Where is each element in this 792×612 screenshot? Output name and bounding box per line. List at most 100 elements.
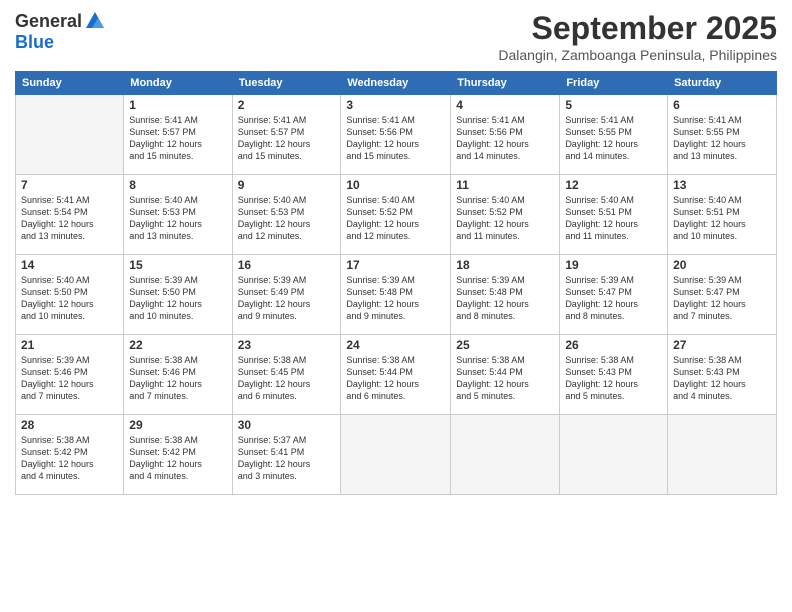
- day-number: 27: [673, 338, 771, 352]
- table-row: 8Sunrise: 5:40 AM Sunset: 5:53 PM Daylig…: [124, 175, 232, 255]
- day-info: Sunrise: 5:40 AM Sunset: 5:50 PM Dayligh…: [21, 274, 118, 323]
- table-row: 21 Sunrise: 5:39 AM Sunset: 5:46 PM Dayli…: [16, 335, 124, 415]
- header-wednesday: Wednesday: [341, 72, 451, 95]
- day-number: 18: [456, 258, 554, 272]
- header: General Blue September 2025 Dalangin, Za…: [15, 10, 777, 63]
- day-number: 23: [238, 338, 336, 352]
- table-row: 16 Sunrise: 5:39 AM Sunset: 5:49 PM Dayli…: [232, 255, 341, 335]
- day-info: Sunrise: 5:39 AM Sunset: 5:47 PM Dayligh…: [673, 274, 771, 323]
- day-number: 28: [21, 418, 118, 432]
- day-info: Sunrise: 5:38 AM Sunset: 5:43 PM Dayligh…: [673, 354, 771, 403]
- day-number: 22: [129, 338, 226, 352]
- day-info: Sunrise: 5:38 AM Sunset: 5:44 PM Dayligh…: [346, 354, 445, 403]
- day-info: Sunrise: 5:40 AM Sunset: 5:51 PM Dayligh…: [565, 194, 662, 243]
- month-title: September 2025: [498, 10, 777, 47]
- day-number: 16: [238, 258, 336, 272]
- table-row: [16, 95, 124, 175]
- calendar-week-row: 21 Sunrise: 5:39 AM Sunset: 5:46 PM Dayli…: [16, 335, 777, 415]
- header-tuesday: Tuesday: [232, 72, 341, 95]
- day-info: Sunrise: 5:41 AM Sunset: 5:57 PM Dayligh…: [129, 114, 226, 163]
- table-row: [668, 415, 777, 495]
- day-info: Sunrise: 5:41 AM Sunset: 5:55 PM Dayligh…: [565, 114, 662, 163]
- table-row: 6 Sunrise: 5:41 AM Sunset: 5:55 PM Daylig…: [668, 95, 777, 175]
- day-info: Sunrise: 5:39 AM Sunset: 5:46 PM Dayligh…: [21, 354, 118, 403]
- day-number: 9: [238, 178, 336, 192]
- day-number: 5: [565, 98, 662, 112]
- header-thursday: Thursday: [451, 72, 560, 95]
- day-info: Sunrise: 5:39 AM Sunset: 5:48 PM Dayligh…: [346, 274, 445, 323]
- table-row: 29Sunrise: 5:38 AM Sunset: 5:42 PM Dayli…: [124, 415, 232, 495]
- calendar-header-row: Sunday Monday Tuesday Wednesday Thursday…: [16, 72, 777, 95]
- table-row: 25 Sunrise: 5:38 AM Sunset: 5:44 PM Dayli…: [451, 335, 560, 415]
- day-info: Sunrise: 5:41 AM Sunset: 5:56 PM Dayligh…: [346, 114, 445, 163]
- day-info: Sunrise: 5:38 AM Sunset: 5:43 PM Dayligh…: [565, 354, 662, 403]
- day-number: 30: [238, 418, 336, 432]
- day-info: Sunrise: 5:40 AM Sunset: 5:52 PM Dayligh…: [346, 194, 445, 243]
- day-number: 24: [346, 338, 445, 352]
- table-row: 19 Sunrise: 5:39 AM Sunset: 5:47 PM Dayli…: [560, 255, 668, 335]
- table-row: 7 Sunrise: 5:41 AM Sunset: 5:54 PM Daylig…: [16, 175, 124, 255]
- header-monday: Monday: [124, 72, 232, 95]
- day-number: 21: [21, 338, 118, 352]
- title-section: September 2025 Dalangin, Zamboanga Penin…: [498, 10, 777, 63]
- day-info: Sunrise: 5:38 AM Sunset: 5:44 PM Dayligh…: [456, 354, 554, 403]
- day-info: Sunrise: 5:38 AM Sunset: 5:42 PM Dayligh…: [129, 434, 226, 483]
- day-number: 25: [456, 338, 554, 352]
- logo-icon: [84, 10, 106, 32]
- table-row: 12 Sunrise: 5:40 AM Sunset: 5:51 PM Dayli…: [560, 175, 668, 255]
- table-row: 5 Sunrise: 5:41 AM Sunset: 5:55 PM Daylig…: [560, 95, 668, 175]
- table-row: 30Sunrise: 5:37 AM Sunset: 5:41 PM Dayli…: [232, 415, 341, 495]
- calendar-week-row: 14 Sunrise: 5:40 AM Sunset: 5:50 PM Dayli…: [16, 255, 777, 335]
- day-info: Sunrise: 5:40 AM Sunset: 5:53 PM Dayligh…: [238, 194, 336, 243]
- day-number: 7: [21, 178, 118, 192]
- table-row: 3Sunrise: 5:41 AM Sunset: 5:56 PM Daylig…: [341, 95, 451, 175]
- day-number: 12: [565, 178, 662, 192]
- table-row: 9 Sunrise: 5:40 AM Sunset: 5:53 PM Daylig…: [232, 175, 341, 255]
- table-row: 15Sunrise: 5:39 AM Sunset: 5:50 PM Dayli…: [124, 255, 232, 335]
- table-row: 27 Sunrise: 5:38 AM Sunset: 5:43 PM Dayli…: [668, 335, 777, 415]
- table-row: [560, 415, 668, 495]
- day-info: Sunrise: 5:41 AM Sunset: 5:55 PM Dayligh…: [673, 114, 771, 163]
- day-info: Sunrise: 5:39 AM Sunset: 5:47 PM Dayligh…: [565, 274, 662, 323]
- table-row: 23 Sunrise: 5:38 AM Sunset: 5:45 PM Dayli…: [232, 335, 341, 415]
- table-row: 10 Sunrise: 5:40 AM Sunset: 5:52 PM Dayli…: [341, 175, 451, 255]
- day-number: 19: [565, 258, 662, 272]
- header-sunday: Sunday: [16, 72, 124, 95]
- table-row: 11Sunrise: 5:40 AM Sunset: 5:52 PM Dayli…: [451, 175, 560, 255]
- day-info: Sunrise: 5:41 AM Sunset: 5:54 PM Dayligh…: [21, 194, 118, 243]
- table-row: 4Sunrise: 5:41 AM Sunset: 5:56 PM Daylig…: [451, 95, 560, 175]
- table-row: 28 Sunrise: 5:38 AM Sunset: 5:42 PM Dayli…: [16, 415, 124, 495]
- day-number: 2: [238, 98, 336, 112]
- day-number: 14: [21, 258, 118, 272]
- calendar-table: Sunday Monday Tuesday Wednesday Thursday…: [15, 71, 777, 495]
- day-number: 20: [673, 258, 771, 272]
- day-info: Sunrise: 5:40 AM Sunset: 5:52 PM Dayligh…: [456, 194, 554, 243]
- day-number: 26: [565, 338, 662, 352]
- table-row: 22Sunrise: 5:38 AM Sunset: 5:46 PM Dayli…: [124, 335, 232, 415]
- day-number: 13: [673, 178, 771, 192]
- table-row: 18 Sunrise: 5:39 AM Sunset: 5:48 PM Dayli…: [451, 255, 560, 335]
- day-number: 17: [346, 258, 445, 272]
- header-saturday: Saturday: [668, 72, 777, 95]
- logo-general-text: General: [15, 11, 82, 32]
- table-row: 1Sunrise: 5:41 AM Sunset: 5:57 PM Daylig…: [124, 95, 232, 175]
- table-row: 24 Sunrise: 5:38 AM Sunset: 5:44 PM Dayli…: [341, 335, 451, 415]
- table-row: [341, 415, 451, 495]
- logo-blue-text: Blue: [15, 32, 54, 53]
- day-info: Sunrise: 5:41 AM Sunset: 5:56 PM Dayligh…: [456, 114, 554, 163]
- day-info: Sunrise: 5:38 AM Sunset: 5:42 PM Dayligh…: [21, 434, 118, 483]
- calendar-week-row: 28 Sunrise: 5:38 AM Sunset: 5:42 PM Dayli…: [16, 415, 777, 495]
- day-info: Sunrise: 5:39 AM Sunset: 5:48 PM Dayligh…: [456, 274, 554, 323]
- day-info: Sunrise: 5:39 AM Sunset: 5:49 PM Dayligh…: [238, 274, 336, 323]
- calendar-week-row: 1Sunrise: 5:41 AM Sunset: 5:57 PM Daylig…: [16, 95, 777, 175]
- table-row: 13Sunrise: 5:40 AM Sunset: 5:51 PM Dayli…: [668, 175, 777, 255]
- day-info: Sunrise: 5:40 AM Sunset: 5:53 PM Dayligh…: [129, 194, 226, 243]
- table-row: 20 Sunrise: 5:39 AM Sunset: 5:47 PM Dayli…: [668, 255, 777, 335]
- table-row: 17 Sunrise: 5:39 AM Sunset: 5:48 PM Dayli…: [341, 255, 451, 335]
- table-row: 26 Sunrise: 5:38 AM Sunset: 5:43 PM Dayli…: [560, 335, 668, 415]
- page: General Blue September 2025 Dalangin, Za…: [0, 0, 792, 612]
- day-number: 6: [673, 98, 771, 112]
- day-number: 15: [129, 258, 226, 272]
- day-number: 10: [346, 178, 445, 192]
- day-info: Sunrise: 5:38 AM Sunset: 5:45 PM Dayligh…: [238, 354, 336, 403]
